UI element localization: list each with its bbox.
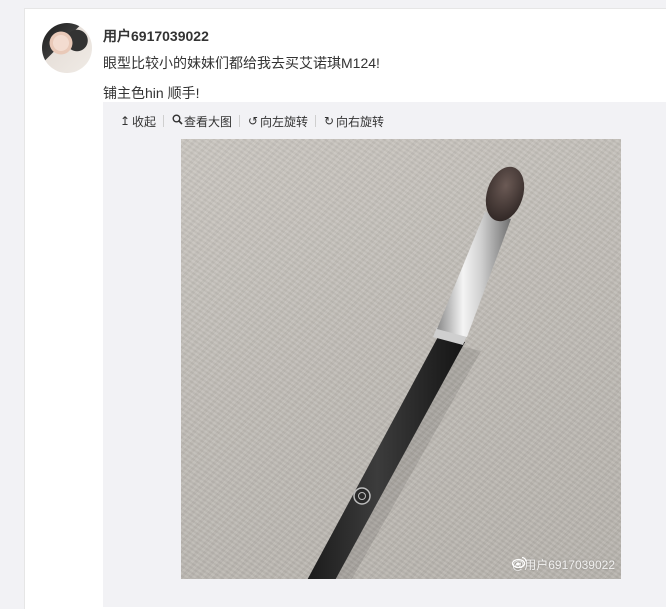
watermark-text: @用户6917039022 [512, 558, 615, 572]
post-image[interactable]: @用户6917039022 [181, 139, 621, 579]
media-viewer: ↥ 收起 查看大图 ↺ 向左旋转 ↻ 向右旋转 @用户6917039022 [103, 102, 666, 607]
eyeshadow-brush-image [307, 166, 525, 579]
rotate-right-button[interactable]: ↻ 向右旋转 [323, 113, 384, 130]
arrow-up-icon: ↥ [119, 114, 131, 128]
post-text-line-2: 铺主色hin 顺手! [103, 85, 200, 101]
rotate-right-icon: ↻ [324, 114, 335, 128]
rotate-left-icon: ↺ [248, 114, 259, 128]
rotate-right-label: 向右旋转 [336, 114, 385, 129]
toolbar-divider [239, 115, 241, 127]
rotate-left-button[interactable]: ↺ 向左旋转 [247, 113, 308, 130]
collapse-button[interactable]: ↥ 收起 [119, 113, 156, 130]
username[interactable]: 用户6917039022 [103, 26, 209, 46]
post-text-line-1: 眼型比较小的妹妹们都给我去买艾诺琪M124! [103, 55, 380, 71]
view-large-button[interactable]: 查看大图 [171, 113, 232, 130]
magnifier-icon [171, 114, 183, 128]
toolbar-divider [163, 115, 165, 127]
collapse-label: 收起 [132, 114, 157, 129]
weibo-logo-icon [512, 556, 527, 568]
media-toolbar: ↥ 收起 查看大图 ↺ 向左旋转 ↻ 向右旋转 [119, 112, 384, 130]
rotate-left-label: 向左旋转 [260, 114, 309, 129]
post-card: 用户6917039022 眼型比较小的妹妹们都给我去买艾诺琪M124! 铺主色h… [24, 8, 666, 609]
avatar[interactable] [42, 23, 92, 73]
toolbar-divider [315, 115, 317, 127]
image-watermark: @用户6917039022 [512, 556, 615, 573]
view-large-label: 查看大图 [184, 114, 233, 129]
